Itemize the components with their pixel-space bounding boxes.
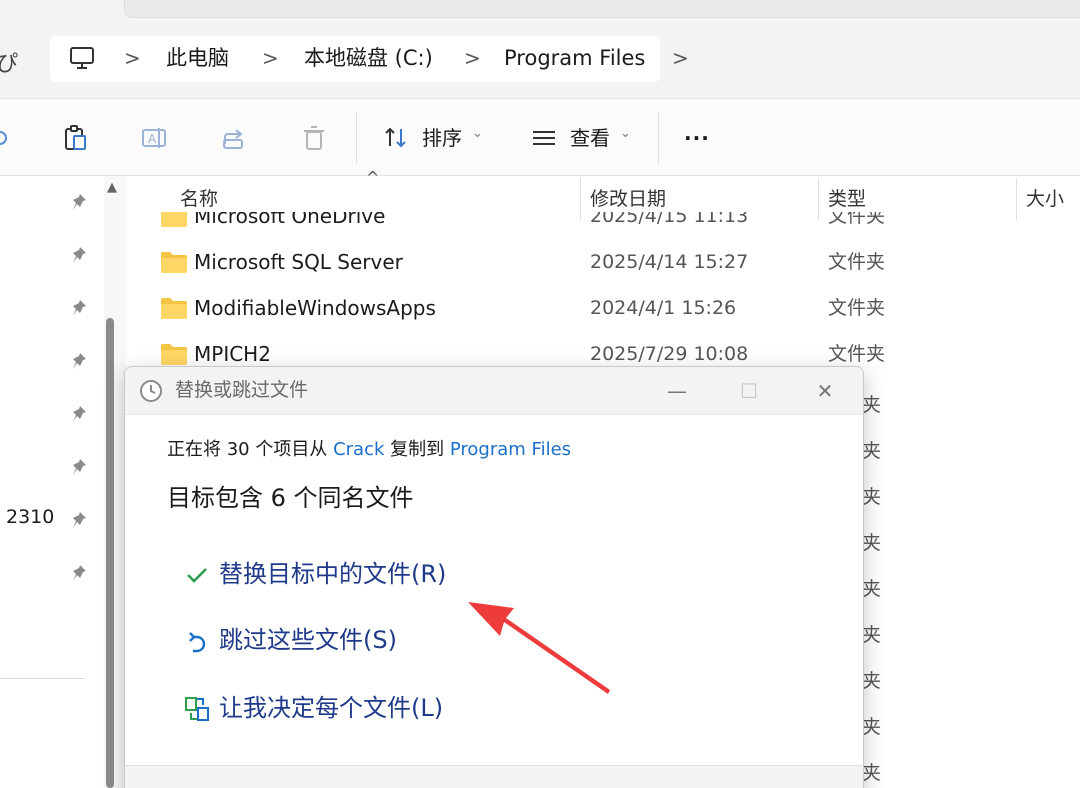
skip-files-label[interactable]: 跳过这些文件(S) [219, 623, 397, 657]
close-button[interactable]: ✕ [805, 371, 845, 411]
folder-icon [161, 252, 187, 273]
file-type-partial: 夹 [862, 716, 882, 738]
folder-icon [161, 344, 187, 365]
file-type: 文件夹 [828, 343, 886, 365]
scrollbar-thumb[interactable] [106, 318, 114, 788]
sidebar-item-label[interactable]: 2310 [6, 506, 54, 528]
file-date: 2025/4/15 11:13 [590, 212, 749, 227]
sort-indicator-icon: ^ [366, 168, 380, 187]
file-date: 2025/7/29 10:08 [590, 343, 749, 365]
copy-status-prefix: 正在将 30 个项目从 [167, 439, 334, 460]
source-folder-link[interactable]: Crack [333, 439, 384, 460]
column-header-type[interactable]: 类型 [828, 186, 866, 212]
view-button[interactable]: 查看 [570, 124, 610, 152]
replace-files-label[interactable]: 替换目标中的文件(R) [219, 557, 446, 591]
pin-icon[interactable] [72, 563, 92, 583]
more-options-button[interactable]: ··· [684, 124, 710, 152]
pin-icon[interactable] [72, 457, 92, 477]
table-row[interactable]: Microsoft SQL Server 2025/4/14 15:27 文件夹 [128, 240, 1080, 286]
file-type-partial: 夹 [862, 670, 882, 692]
file-date: 2025/4/14 15:27 [590, 251, 749, 273]
column-header-size[interactable]: 大小 [1026, 186, 1064, 212]
conflict-heading: 目标包含 6 个同名文件 [167, 484, 414, 512]
decide-icon [185, 697, 209, 721]
pin-icon[interactable] [72, 192, 92, 212]
maximize-button[interactable]: ☐ [729, 371, 769, 411]
breadcrumb-separator[interactable]: > [672, 44, 689, 72]
file-type-partial: 夹 [862, 394, 882, 416]
replace-or-skip-dialog: 替换或跳过文件 — ☐ ✕ 正在将 30 个项目从 Crack 复制到 Prog… [124, 366, 864, 788]
minimize-button[interactable]: — [657, 371, 697, 411]
clock-icon [140, 380, 162, 402]
breadcrumb-separator[interactable]: > [464, 44, 481, 72]
file-type-partial: 夹 [862, 624, 882, 646]
pin-icon[interactable] [72, 298, 92, 318]
address-search-box[interactable] [124, 0, 1080, 18]
file-type-partial: 夹 [862, 532, 882, 554]
rename-icon[interactable]: A [140, 124, 168, 152]
decide-each-file-label[interactable]: 让我决定每个文件(L) [219, 691, 443, 725]
breadcrumb-separator[interactable]: > [262, 44, 279, 72]
breadcrumb-this-pc[interactable]: 此电脑 [166, 44, 229, 72]
breadcrumb-program-files[interactable]: Program Files [504, 44, 645, 72]
share-icon[interactable] [220, 124, 248, 152]
paste-icon[interactable] [62, 124, 90, 152]
view-icon[interactable] [530, 124, 558, 152]
file-name: Microsoft OneDrive [194, 212, 386, 228]
sort-icon[interactable] [382, 124, 410, 152]
scroll-up-arrow-icon[interactable]: ▲ [104, 180, 120, 195]
cut-icon[interactable] [0, 124, 14, 152]
pin-icon[interactable] [72, 245, 92, 265]
file-name: MPICH2 [194, 342, 271, 366]
refresh-glyph[interactable]: ぴ [0, 46, 18, 78]
annotation-arrow-icon [468, 602, 610, 694]
column-header-modified[interactable]: 修改日期 [590, 186, 666, 212]
chevron-down-icon[interactable]: ⌄ [620, 126, 631, 141]
file-name: ModifiableWindowsApps [194, 296, 436, 320]
skip-icon [189, 632, 206, 653]
checkmark-icon [187, 568, 207, 583]
copy-status-middle: 复制到 [384, 439, 450, 460]
file-name: Microsoft SQL Server [194, 250, 403, 274]
file-type: 文件夹 [828, 251, 886, 273]
destination-folder-link[interactable]: Program Files [450, 439, 571, 460]
file-type-partial: 夹 [862, 486, 882, 508]
sidebar-divider [0, 678, 84, 679]
file-type: 文件夹 [828, 297, 886, 319]
delete-icon[interactable] [300, 124, 328, 152]
pin-icon[interactable] [72, 404, 92, 424]
file-type-partial: 夹 [862, 440, 882, 462]
file-type: 文件夹 [828, 212, 886, 227]
computer-icon[interactable] [68, 44, 96, 72]
column-header-name[interactable]: 名称 [180, 186, 218, 212]
folder-icon [161, 212, 187, 227]
breadcrumb-local-disk[interactable]: 本地磁盘 (C:) [304, 44, 433, 72]
chevron-down-icon[interactable]: ⌄ [472, 126, 483, 141]
toolbar-divider [356, 112, 357, 164]
copy-status-text: 正在将 30 个项目从 Crack 复制到 Program Files [167, 437, 571, 463]
table-row[interactable]: ModifiableWindowsApps 2024/4/1 15:26 文件夹 [128, 286, 1080, 332]
dialog-footer [125, 765, 863, 788]
file-date: 2024/4/1 15:26 [590, 297, 737, 319]
navigation-pane [0, 176, 104, 788]
breadcrumb-separator[interactable]: > [124, 44, 141, 72]
file-type-partial: 夹 [862, 762, 882, 784]
pin-icon[interactable] [72, 510, 92, 530]
table-row[interactable]: Microsoft OneDrive 2025/4/15 11:13 文件夹 [128, 212, 1080, 230]
dialog-title: 替换或跳过文件 [175, 379, 309, 401]
pin-icon[interactable] [72, 351, 92, 371]
replace-files-option[interactable]: 替换目标中的文件(R) [183, 553, 603, 597]
folder-icon [161, 298, 187, 319]
sort-button[interactable]: 排序 [422, 124, 462, 152]
toolbar-divider [658, 112, 659, 164]
file-type-partial: 夹 [862, 578, 882, 600]
svg-text:A: A [148, 132, 157, 146]
